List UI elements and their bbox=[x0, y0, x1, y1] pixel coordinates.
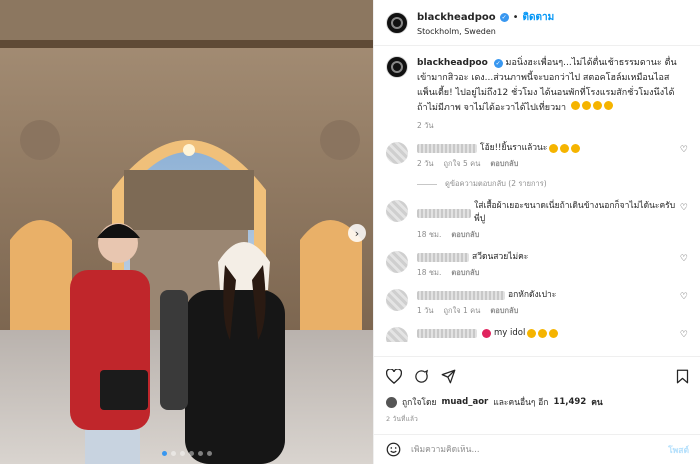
verified-icon: ✓ bbox=[493, 59, 503, 68]
post-date: 2 วันที่แล้ว bbox=[386, 415, 419, 423]
reply-button[interactable]: ตอบกลับ bbox=[451, 267, 479, 279]
comment-input[interactable] bbox=[411, 444, 659, 455]
carousel-dot bbox=[188, 451, 194, 456]
post-actions: ถูกใจโดย muad_aor และคนอื่นๆ อีก 11,492 … bbox=[374, 356, 700, 424]
blurred-username[interactable] bbox=[417, 329, 477, 338]
blurred-username[interactable] bbox=[417, 144, 477, 153]
reply-button[interactable]: ตอบกลับ bbox=[490, 305, 518, 317]
post-caption: blackheadpoo ✓ มอนิ่งฮะเพื่อนๆ...ไม่ได้ต… bbox=[386, 56, 688, 132]
reply-button[interactable]: ตอบกลับ bbox=[451, 229, 479, 241]
comment-heart-icon[interactable]: ♡ bbox=[680, 254, 688, 264]
follow-button[interactable]: ติดตาม bbox=[523, 10, 555, 25]
post-photo[interactable]: › bbox=[0, 0, 373, 464]
liker-avatar[interactable] bbox=[386, 396, 397, 408]
likes-prefix: ถูกใจโดย bbox=[402, 398, 437, 408]
blurred-username[interactable] bbox=[417, 291, 505, 300]
carousel-dot bbox=[197, 451, 203, 456]
comment-time: 1 วัน bbox=[417, 306, 434, 315]
laughing-emoji-icon bbox=[604, 101, 613, 110]
likes-summary: ถูกใจโดย muad_aor และคนอื่นๆ อีก 11,492 … bbox=[386, 395, 689, 409]
carousel-dot bbox=[161, 451, 167, 456]
post-side-panel: blackheadpoo ✓ • ติดตาม Stockholm, Swede… bbox=[373, 0, 700, 464]
heart-emoji-icon bbox=[482, 329, 491, 338]
likes-suffix: คน bbox=[591, 398, 603, 408]
carousel-indicator bbox=[0, 451, 373, 456]
comment-heart-icon[interactable]: ♡ bbox=[680, 330, 688, 340]
comment-time: 18 ชม. bbox=[417, 268, 442, 277]
emoji-icon bbox=[549, 144, 559, 153]
emoji-icon bbox=[560, 144, 570, 153]
comment-text: อกหักดังเปาะ bbox=[508, 290, 557, 300]
view-replies-button[interactable]: ดูข้อความตอบกลับ (2 รายการ) bbox=[417, 178, 688, 190]
comment-item: สวีดนสวยไม่คะ 18 ชม. ตอบกลับ ♡ bbox=[386, 251, 688, 279]
laughing-emoji-icon bbox=[582, 101, 591, 110]
emoji-icon bbox=[527, 329, 537, 338]
view-replies-label: ดูข้อความตอบกลับ (2 รายการ) bbox=[445, 179, 547, 188]
commenter-avatar[interactable] bbox=[386, 142, 408, 164]
blurred-username[interactable] bbox=[417, 208, 472, 218]
carousel-next-button[interactable]: › bbox=[348, 224, 366, 242]
reply-button[interactable]: ตอบกลับ bbox=[490, 158, 518, 170]
comment-likes[interactable]: ถูกใจ 5 คน bbox=[444, 158, 481, 170]
comment-text: my idol bbox=[494, 328, 526, 338]
author-avatar[interactable] bbox=[386, 11, 408, 34]
comment-heart-icon[interactable]: ♡ bbox=[680, 292, 688, 302]
chevron-right-icon: › bbox=[354, 226, 360, 240]
comment-composer: โพสต์ bbox=[374, 434, 700, 464]
comments-list[interactable]: blackheadpoo ✓ มอนิ่งฮะเพื่อนๆ...ไม่ได้ต… bbox=[374, 46, 700, 342]
caption-timestamp: 2 วัน bbox=[417, 121, 434, 130]
separator-dot: • bbox=[512, 11, 519, 23]
carousel-dot bbox=[179, 451, 185, 456]
liker-username[interactable]: muad_aor bbox=[442, 397, 489, 407]
blurred-username[interactable] bbox=[417, 253, 469, 262]
comment-likes[interactable]: ถูกใจ 1 คน bbox=[444, 305, 481, 317]
emoji-icon bbox=[549, 329, 559, 338]
laughing-emoji-icon bbox=[593, 101, 602, 110]
comment-text: สวีดนสวยไม่คะ bbox=[472, 252, 529, 262]
share-icon[interactable] bbox=[441, 369, 456, 384]
comment-heart-icon[interactable]: ♡ bbox=[680, 203, 688, 213]
emoji-icon bbox=[538, 329, 548, 338]
laughing-emoji-icon bbox=[571, 101, 580, 110]
comment-icon[interactable] bbox=[414, 369, 429, 384]
commenter-avatar[interactable] bbox=[386, 251, 408, 273]
post-location[interactable]: Stockholm, Sweden bbox=[417, 27, 554, 36]
caption-username[interactable]: blackheadpoo bbox=[417, 58, 488, 68]
commenter-avatar[interactable] bbox=[386, 327, 408, 342]
author-avatar[interactable] bbox=[386, 56, 408, 78]
commenter-avatar[interactable] bbox=[386, 200, 408, 222]
comment-time: 2 วัน bbox=[417, 159, 434, 168]
carousel-dot bbox=[170, 451, 176, 456]
carousel-dot bbox=[206, 451, 212, 456]
comment-item: อกหักดังเปาะ 1 วัน ถูกใจ 1 คน ตอบกลับ ♡ bbox=[386, 289, 688, 317]
comment-text: โอ้ย!!ยิ้นราแล้วนะ bbox=[480, 143, 548, 153]
post-header: blackheadpoo ✓ • ติดตาม Stockholm, Swede… bbox=[374, 0, 700, 46]
comment-heart-icon[interactable]: ♡ bbox=[680, 145, 688, 155]
comment-text: ใส่เสื้อผ้าเยอะขนาดเนี่ยถ้าเดินข้างนอกก็… bbox=[474, 201, 676, 224]
photo-illustration bbox=[0, 0, 373, 464]
post-comment-button[interactable]: โพสต์ bbox=[668, 443, 689, 457]
comment-item: โอ้ย!!ยิ้นราแล้วนะ 2 วัน ถูกใจ 5 คน ตอบกลั… bbox=[386, 142, 688, 170]
verified-icon: ✓ bbox=[499, 12, 509, 22]
likes-count[interactable]: 11,492 bbox=[553, 397, 586, 407]
instagram-post: › blackheadpoo ✓ • ติดตาม Stockholm, Swe… bbox=[0, 0, 700, 464]
smiley-icon[interactable] bbox=[386, 442, 401, 457]
divider bbox=[417, 183, 437, 185]
comment-item: ใส่เสื้อผ้าเยอะขนาดเนี่ยถ้าเดินข้างนอกก็… bbox=[386, 200, 688, 241]
comment-item: my idol ♡ bbox=[386, 327, 688, 342]
likes-middle: และคนอื่นๆ อีก bbox=[493, 398, 549, 408]
comment-time: 18 ชม. bbox=[417, 230, 442, 239]
author-username[interactable]: blackheadpoo bbox=[417, 12, 496, 23]
bookmark-icon[interactable] bbox=[676, 369, 689, 384]
emoji-icon bbox=[571, 144, 581, 153]
heart-icon[interactable] bbox=[386, 368, 402, 384]
commenter-avatar[interactable] bbox=[386, 289, 408, 311]
